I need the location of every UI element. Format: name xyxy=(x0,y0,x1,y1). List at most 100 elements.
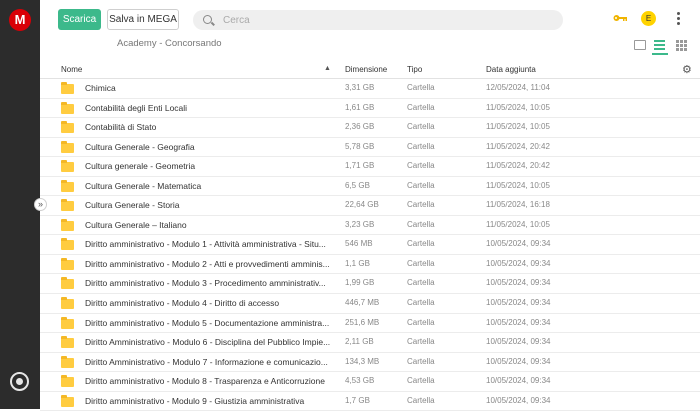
column-size[interactable]: Dimensione xyxy=(345,65,387,74)
avatar[interactable]: E xyxy=(641,11,656,26)
folder-icon xyxy=(61,375,74,388)
file-name: Diritto amministrativo - Modulo 4 - Diri… xyxy=(85,298,280,309)
main-panel: Scarica Salva in MEGA E Academy - Concor… xyxy=(40,0,700,411)
file-type: Cartella xyxy=(407,180,435,190)
file-name: Diritto Amministrativo - Modulo 6 - Disc… xyxy=(85,337,331,348)
file-name: Diritto amministrativo - Modulo 1 - Atti… xyxy=(85,239,326,250)
table-row[interactable]: Contabilità degli Enti Locali 1,61 GB Cart… xyxy=(40,99,700,119)
file-size: 3,23 GB xyxy=(345,219,375,229)
file-name: Diritto amministrativo - Modulo 9 - Gius… xyxy=(85,395,305,406)
file-date: 11/05/2024, 20:42 xyxy=(486,161,550,171)
table-row[interactable]: Diritto amministrativo - Modulo 2 - Atti… xyxy=(40,255,700,275)
gear-icon[interactable]: ⚙ xyxy=(682,63,692,76)
save-to-mega-button[interactable]: Salva in MEGA xyxy=(107,9,179,30)
file-date: 11/05/2024, 10:05 xyxy=(486,180,550,190)
folder-icon xyxy=(61,277,74,290)
table-row[interactable]: Diritto Amministrativo - Modulo 7 - Info… xyxy=(40,353,700,373)
transfers-icon[interactable] xyxy=(10,372,29,391)
table-row[interactable]: Cultura Generale - Storia 22,64 GB Cartell… xyxy=(40,196,700,216)
folder-icon xyxy=(61,336,74,349)
table-row[interactable]: Diritto amministrativo - Modulo 4 - Diri… xyxy=(40,294,700,314)
table-row[interactable]: Cultura Generale – Italiano 3,23 GB Cartel… xyxy=(40,216,700,236)
table-row[interactable]: Diritto Amministrativo - Modulo 6 - Disc… xyxy=(40,333,700,353)
file-name: Contabilità degli Enti Locali xyxy=(85,102,188,113)
file-type: Cartella xyxy=(407,200,435,210)
file-name: Diritto amministrativo - Modulo 8 - Tras… xyxy=(85,376,325,387)
file-type: Cartella xyxy=(407,337,435,347)
list-view-icon[interactable] xyxy=(654,40,666,50)
thumbnail-view-icon[interactable] xyxy=(634,40,646,50)
file-name: Cultura Generale - Matematica xyxy=(85,180,202,191)
file-date: 10/05/2024, 09:34 xyxy=(486,258,551,268)
column-date[interactable]: Data aggiunta xyxy=(486,65,536,74)
table-row[interactable]: Diritto amministrativo - Modulo 5 - Docu… xyxy=(40,314,700,334)
file-date: 10/05/2024, 09:34 xyxy=(486,278,551,288)
table-row[interactable]: Chimica 3,31 GB Cartella 12/05/2024, 11:04 xyxy=(40,79,700,99)
folder-icon xyxy=(61,199,74,212)
file-name: Cultura Generale – Italiano xyxy=(85,219,187,230)
more-menu-icon[interactable] xyxy=(677,12,681,26)
file-size: 1,61 GB xyxy=(345,102,375,112)
file-date: 10/05/2024, 09:34 xyxy=(486,356,551,366)
breadcrumb[interactable]: Academy - Concorsando xyxy=(117,38,222,49)
folder-icon xyxy=(61,218,74,231)
table-row[interactable]: Contabilità di Stato 2,36 GB Cartella 11/05… xyxy=(40,118,700,138)
file-size: 1,1 GB xyxy=(345,258,370,268)
file-date: 10/05/2024, 09:34 xyxy=(486,317,551,327)
file-date: 11/05/2024, 10:05 xyxy=(486,102,550,112)
expand-sidebar-icon[interactable]: » xyxy=(34,198,47,211)
folder-icon xyxy=(61,179,74,192)
table-row[interactable]: Diritto amministrativo - Modulo 9 - Gius… xyxy=(40,392,700,411)
folder-icon xyxy=(61,316,74,329)
file-size: 1,99 GB xyxy=(345,278,375,288)
table-row[interactable]: Cultura generale - Geometria 1,71 GB Carte… xyxy=(40,157,700,177)
table-row[interactable]: Cultura Generale - Matematica 6,5 GB Carte… xyxy=(40,177,700,197)
table-row[interactable]: Diritto amministrativo - Modulo 1 - Atti… xyxy=(40,235,700,255)
active-view-indicator xyxy=(652,53,668,55)
table-header: Nome ▲ Dimensione Tipo Data aggiunta ⚙ xyxy=(40,60,700,79)
mega-logo[interactable]: M xyxy=(9,9,31,31)
sort-ascending-icon[interactable]: ▲ xyxy=(324,65,331,72)
folder-icon xyxy=(61,140,74,153)
file-name: Diritto amministrativo - Modulo 3 - Proc… xyxy=(85,278,326,289)
file-size: 2,11 GB xyxy=(345,337,374,347)
file-type: Cartella xyxy=(407,395,435,405)
grid-view-icon[interactable] xyxy=(676,40,688,51)
file-size: 546 MB xyxy=(345,239,373,249)
file-name: Cultura Generale - Geografia xyxy=(85,141,195,152)
file-size: 1,7 GB xyxy=(345,395,370,405)
file-type: Cartella xyxy=(407,161,435,171)
file-type: Cartella xyxy=(407,122,435,132)
key-icon[interactable] xyxy=(613,14,627,22)
file-date: 10/05/2024, 09:34 xyxy=(486,337,551,347)
folder-icon xyxy=(61,160,74,173)
file-date: 10/05/2024, 09:34 xyxy=(486,239,551,249)
file-name: Chimica xyxy=(85,83,116,93)
file-date: 11/05/2024, 10:05 xyxy=(486,122,550,132)
file-date: 10/05/2024, 09:34 xyxy=(486,298,551,308)
table-row[interactable]: Diritto amministrativo - Modulo 8 - Tras… xyxy=(40,372,700,392)
table-row[interactable]: Cultura Generale - Geografia 5,78 GB Carte… xyxy=(40,138,700,158)
file-size: 446,7 MB xyxy=(345,298,380,308)
file-date: 12/05/2024, 11:04 xyxy=(486,83,550,92)
file-size: 2,36 GB xyxy=(345,122,375,132)
file-type: Cartella xyxy=(407,317,435,327)
file-size: 134,3 MB xyxy=(345,356,380,366)
column-name[interactable]: Nome xyxy=(61,65,82,74)
download-button[interactable]: Scarica xyxy=(58,9,101,30)
file-name: Cultura Generale - Storia xyxy=(85,200,180,211)
file-name: Cultura generale - Geometria xyxy=(85,161,196,172)
table-row[interactable]: Diritto amministrativo - Modulo 3 - Proc… xyxy=(40,274,700,295)
file-date: 10/05/2024, 09:34 xyxy=(486,395,551,405)
search-icon xyxy=(203,15,212,24)
column-type[interactable]: Tipo xyxy=(407,65,422,74)
file-type: Cartella xyxy=(407,298,435,308)
file-date: 11/05/2024, 20:42 xyxy=(486,141,550,151)
search-input[interactable] xyxy=(223,12,523,28)
file-type: Cartella xyxy=(407,356,435,366)
file-list: Chimica 3,31 GB Cartella 12/05/2024, 11:04 C… xyxy=(40,79,700,411)
search-bar[interactable] xyxy=(193,10,563,30)
file-type: Cartella xyxy=(407,102,435,112)
folder-icon xyxy=(61,82,74,94)
file-size: 251,6 MB xyxy=(345,317,380,327)
